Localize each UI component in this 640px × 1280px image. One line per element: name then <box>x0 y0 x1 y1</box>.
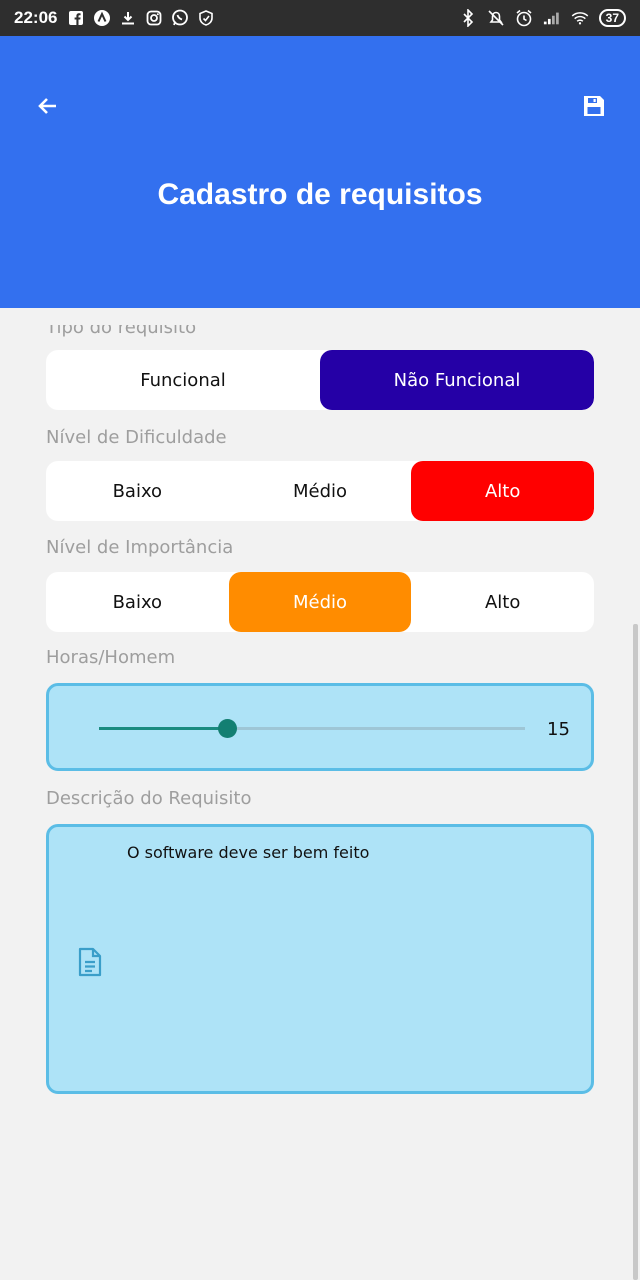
status-bar: 22:06 37 <box>0 0 640 36</box>
horas-slider-thumb[interactable] <box>217 719 237 738</box>
descricao-text: O software deve ser bem feito <box>127 843 370 862</box>
dificuldade-label: Nível de Dificuldade <box>46 427 227 448</box>
horas-slider-fill <box>99 727 227 730</box>
page-title: Cadastro de requisitos <box>157 178 483 211</box>
importancia-option-baixo[interactable]: Baixo <box>46 572 229 632</box>
save-icon <box>584 96 604 116</box>
alarm-icon <box>515 9 533 27</box>
tipo-selector: Funcional Não Funcional <box>46 350 594 410</box>
signal-icon <box>543 9 561 27</box>
whatsapp-icon <box>171 9 189 27</box>
app-header: Cadastro de requisitos <box>0 36 640 308</box>
dificuldade-option-alto[interactable]: Alto <box>411 461 594 521</box>
tipo-label: Tipo do requisito <box>46 317 197 338</box>
descricao-field[interactable]: O software deve ser bem feito <box>46 824 594 1094</box>
horas-label: Horas/Homem <box>46 647 176 668</box>
dificuldade-selector: Baixo Médio Alto <box>46 461 594 521</box>
app-icon <box>93 9 111 27</box>
scrollbar[interactable] <box>633 624 638 1280</box>
horas-slider-track[interactable] <box>99 727 525 730</box>
horas-value: 15 <box>547 719 570 740</box>
importancia-selector: Baixo Médio Alto <box>46 572 594 632</box>
document-icon <box>78 947 102 977</box>
system-icons: 37 <box>459 9 626 27</box>
importancia-option-alto[interactable]: Alto <box>411 572 594 632</box>
instagram-icon <box>145 9 163 27</box>
option-funcional[interactable]: Funcional <box>46 350 320 410</box>
importancia-option-medio[interactable]: Médio <box>228 572 412 632</box>
dificuldade-option-baixo[interactable]: Baixo <box>46 461 229 521</box>
wifi-icon <box>571 9 589 27</box>
arrow-left-icon <box>38 98 56 114</box>
notification-icons <box>67 9 215 27</box>
descricao-label: Descrição do Requisito <box>46 788 252 809</box>
bluetooth-icon <box>459 9 477 27</box>
back-button[interactable] <box>30 88 66 124</box>
horas-slider-box: 15 <box>46 683 594 771</box>
download-icon <box>119 9 137 27</box>
facebook-icon <box>67 9 85 27</box>
mute-icon <box>487 9 505 27</box>
battery-indicator: 37 <box>598 9 626 27</box>
option-nao-funcional[interactable]: Não Funcional <box>320 350 594 410</box>
save-button[interactable] <box>576 88 612 124</box>
shield-icon <box>197 9 215 27</box>
status-time: 22:06 <box>14 8 58 27</box>
dificuldade-option-medio[interactable]: Médio <box>229 461 412 521</box>
importancia-label: Nível de Importância <box>46 537 234 558</box>
